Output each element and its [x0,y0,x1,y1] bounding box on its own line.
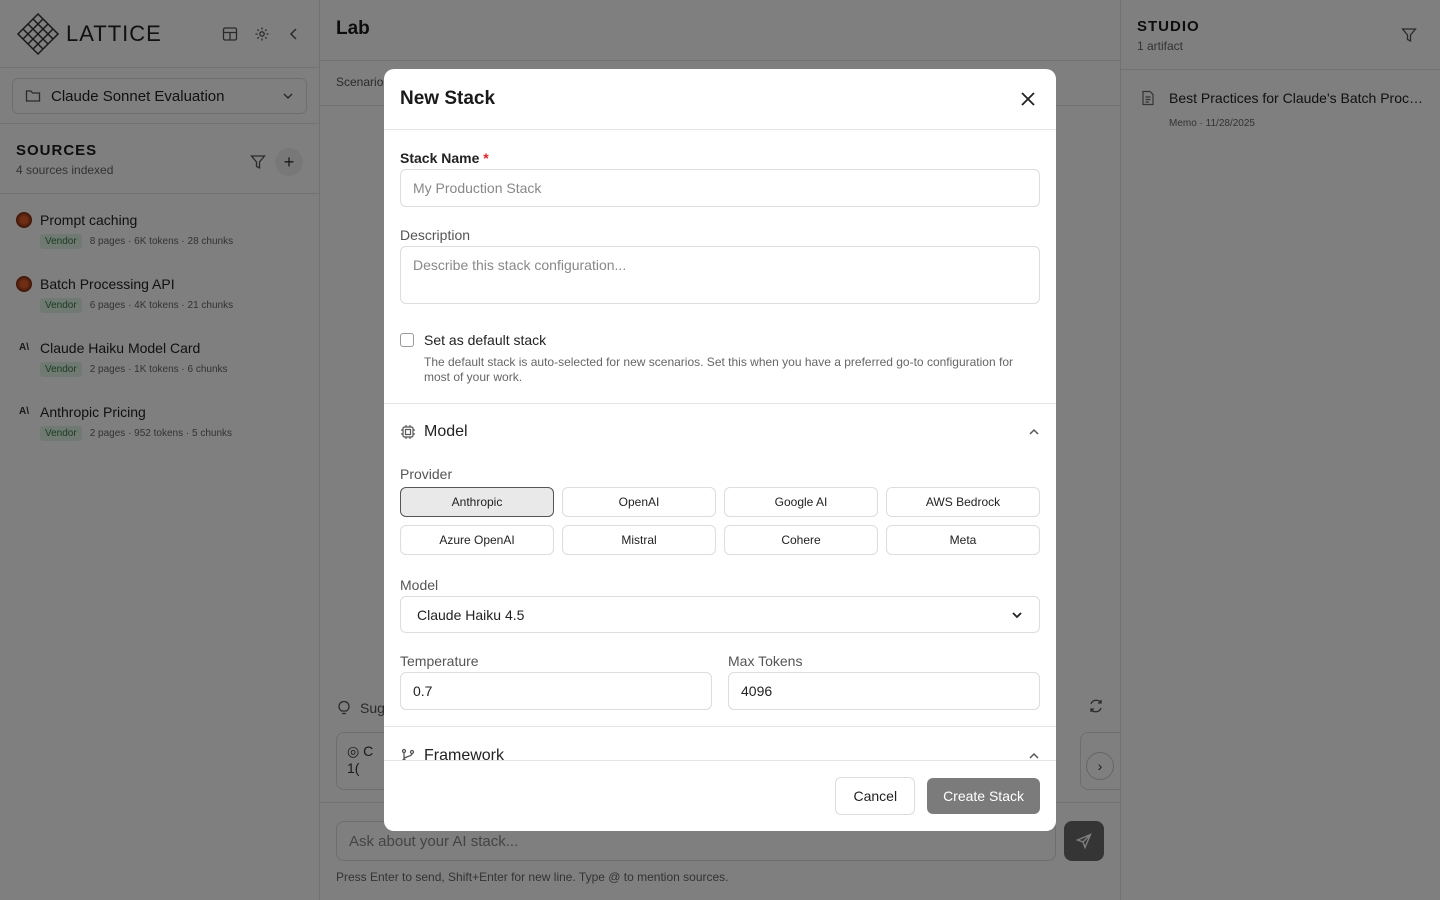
provider-aws-bedrock[interactable]: AWS Bedrock [886,487,1040,517]
modal-body[interactable]: Stack Name * Description Set as default … [384,130,1056,760]
branch-icon [401,748,415,760]
description-input[interactable] [400,246,1040,304]
provider-grid: Anthropic OpenAI Google AI AWS Bedrock A… [400,487,1040,555]
temperature-label: Temperature [400,653,479,669]
model-section-header[interactable]: Model [384,404,1056,460]
default-stack-checkbox[interactable] [400,333,414,347]
description-label: Description [400,227,471,243]
provider-cohere[interactable]: Cohere [724,525,878,555]
provider-google-ai[interactable]: Google AI [724,487,878,517]
framework-section-header[interactable]: Framework [384,727,1056,760]
provider-openai[interactable]: OpenAI [562,487,716,517]
modal-title: New Stack [400,88,496,109]
create-stack-button[interactable]: Create Stack [927,778,1040,814]
default-stack-help: The default stack is auto-selected for n… [424,355,1013,384]
max-tokens-label: Max Tokens [728,653,803,669]
chevron-up-icon [1029,428,1039,435]
provider-label: Provider [400,466,453,482]
chevron-up-icon [1029,752,1039,759]
chevron-down-icon [1012,611,1022,618]
provider-anthropic[interactable]: Anthropic [400,487,554,517]
cancel-button[interactable]: Cancel [835,777,916,815]
framework-section-title: Framework [424,747,505,760]
temperature-input[interactable]: 0.7 [400,672,712,710]
model-value: Claude Haiku 4.5 [417,606,525,623]
default-stack-label[interactable]: Set as default stack [424,332,546,348]
chip-icon [401,425,415,439]
provider-mistral[interactable]: Mistral [562,525,716,555]
stack-name-label: Stack Name * [400,150,489,166]
required-mark: * [483,150,489,166]
close-icon [1021,92,1035,106]
stack-name-input[interactable] [400,169,1040,207]
modal-footer: Cancel Create Stack [384,760,1056,831]
model-section-title: Model [424,423,468,440]
provider-azure-openai[interactable]: Azure OpenAI [400,525,554,555]
new-stack-modal: New Stack Stack Name * Description Set a… [384,69,1056,831]
close-button[interactable] [1016,87,1040,111]
model-label: Model [400,577,439,593]
model-select[interactable]: Claude Haiku 4.5 [400,596,1040,633]
max-tokens-input[interactable]: 4096 [728,672,1040,710]
provider-meta[interactable]: Meta [886,525,1040,555]
